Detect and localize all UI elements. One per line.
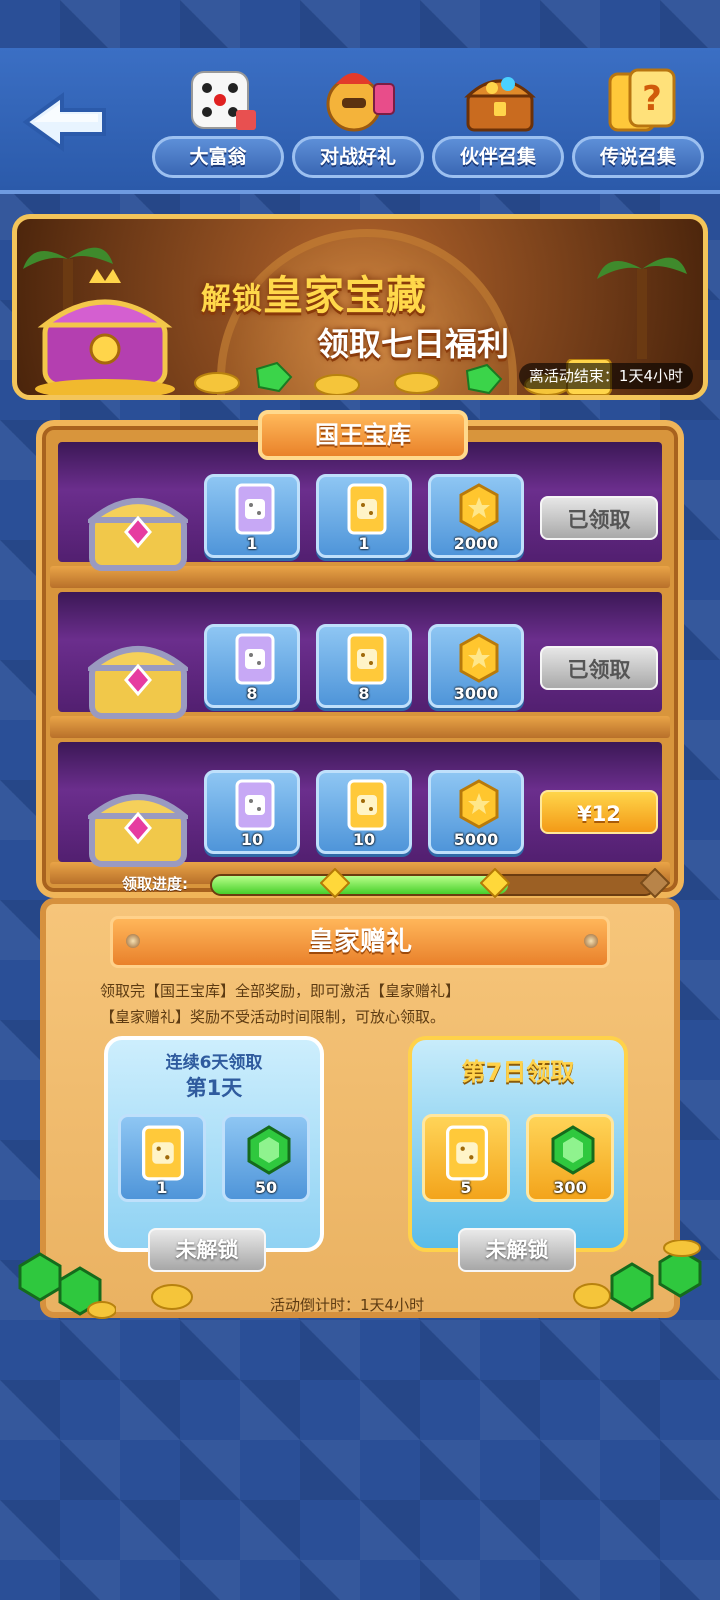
royal-chest-icon [35, 269, 175, 395]
gift-tile-gems: 300 [526, 1114, 614, 1202]
silver-chest-icon [88, 498, 188, 571]
banner-title: 解锁皇家宝藏 [201, 273, 427, 319]
reward-tile-gold-card: 10 [316, 770, 412, 854]
nav-tab-legend-summon[interactable]: ? 传说召集 [572, 60, 708, 180]
rainbow-dice-card-icon [235, 633, 275, 685]
reward-count: 8 [246, 684, 258, 703]
rainbow-dice-card-icon [235, 483, 275, 535]
claim-progress-bar [210, 874, 656, 896]
daily-card-caption: 连续6天领取 [165, 1053, 263, 1073]
reward-count: 10 [352, 830, 376, 849]
reward-count: 1 [246, 534, 258, 553]
gold-coin-icon [459, 633, 499, 683]
gold-dice-card-icon [142, 1125, 184, 1181]
milestone-diamond-icon [320, 868, 350, 898]
nav-tab-label: 传说召集 [572, 136, 704, 178]
reward-tile-coins: 2000 [428, 474, 524, 558]
gold-dice-card-icon [347, 633, 387, 685]
nav-tab-monopoly[interactable]: 大富翁 [152, 60, 288, 180]
rainbow-dice-card-icon [235, 779, 275, 831]
dice-icon [182, 66, 258, 136]
mystery-card-icon: ? [602, 66, 678, 136]
milestone-diamond-icon [480, 868, 510, 898]
day7-reward-card: 第7日领取 5 300 [408, 1036, 628, 1252]
svg-text:?: ? [642, 79, 662, 119]
gift-tile-gems: 50 [222, 1114, 310, 1202]
event-end-timer: 离活动结束：1天4小时 [518, 363, 693, 389]
nav-tab-label: 对战好礼 [292, 136, 424, 178]
gold-dice-card-icon [446, 1125, 488, 1181]
daily-reward-card: 连续6天领取 第1天 1 50 [104, 1036, 324, 1252]
green-gem-icon [551, 1125, 595, 1175]
royal-treasure-banner: 解锁皇家宝藏 领取七日福利 离活动结束：1天4小时 [12, 214, 708, 400]
gem-pile-icon [18, 1252, 116, 1319]
treasure-chest-icon [462, 66, 538, 136]
reward-tile-dice-card: 10 [204, 770, 300, 854]
nav-tab-battle-gift[interactable]: 对战好礼 [292, 60, 428, 180]
green-gem-icon [247, 1125, 291, 1175]
event-countdown: 活动倒计时：1天4小时 [270, 1296, 425, 1314]
reward-count: 1 [358, 534, 370, 553]
back-arrow-icon[interactable] [22, 92, 108, 152]
reward-count: 3000 [453, 684, 499, 703]
progress-fill [212, 876, 509, 894]
reward-tile-dice-card: 1 [204, 474, 300, 558]
nav-tab-partner-summon[interactable]: 伙伴召集 [432, 60, 568, 180]
locked-button[interactable]: 未解锁 [458, 1228, 576, 1272]
reward-tile-coins: 3000 [428, 624, 524, 708]
nav-tab-label: 伙伴召集 [432, 136, 564, 178]
reward-count: 5000 [453, 830, 499, 849]
gem-pile-icon [573, 1240, 702, 1312]
locked-button[interactable]: 未解锁 [148, 1228, 266, 1272]
reward-count: 5 [460, 1178, 472, 1197]
reward-tile-gold-card: 1 [316, 474, 412, 558]
silver-chest-icon [88, 794, 188, 867]
claimed-button[interactable]: 已领取 [540, 646, 658, 690]
royal-gift-title: 皇家赠礼 [110, 916, 610, 968]
gold-coin-icon [459, 779, 499, 829]
gift-tile-gold-card: 1 [118, 1114, 206, 1202]
nail-decoration [584, 934, 598, 948]
reward-tile-gold-card: 8 [316, 624, 412, 708]
gold-dice-card-icon [347, 483, 387, 535]
royal-gift-description-2: 【皇家赠礼】奖励不受活动时间限制，可放心领取。 [100, 1008, 446, 1026]
warrior-icon [322, 66, 398, 136]
reward-count: 300 [553, 1178, 587, 1197]
reward-count: 1 [156, 1178, 168, 1197]
nav-tab-label: 大富翁 [152, 136, 284, 178]
claimed-button[interactable]: 已领取 [540, 496, 658, 540]
reward-count: 8 [358, 684, 370, 703]
reward-tile-dice-card: 8 [204, 624, 300, 708]
gold-coin-icon [459, 483, 499, 533]
buy-price-button[interactable]: ¥12 [540, 790, 658, 834]
gold-dice-card-icon [347, 779, 387, 831]
palm-tree-icon [597, 257, 687, 359]
kings-vault-title: 国王宝库 [258, 410, 468, 460]
reward-count: 10 [240, 830, 264, 849]
royal-gift-description-1: 领取完【国王宝库】全部奖励，即可激活【皇家赠礼】 [100, 982, 461, 1000]
reward-tile-coins: 5000 [428, 770, 524, 854]
gift-tile-gold-card: 5 [422, 1114, 510, 1202]
milestone-diamond-icon [640, 868, 670, 898]
silver-chest-icon [88, 646, 188, 719]
reward-count: 50 [254, 1178, 278, 1197]
daily-card-day: 第1天 [185, 1076, 243, 1100]
banner-subtitle: 领取七日福利 [317, 325, 510, 363]
progress-label: 领取进度: [122, 875, 188, 893]
day7-card-caption: 第7日领取 [461, 1058, 575, 1086]
nail-decoration [126, 934, 140, 948]
gold-coin-icon [151, 1284, 193, 1310]
reward-count: 2000 [453, 534, 499, 553]
